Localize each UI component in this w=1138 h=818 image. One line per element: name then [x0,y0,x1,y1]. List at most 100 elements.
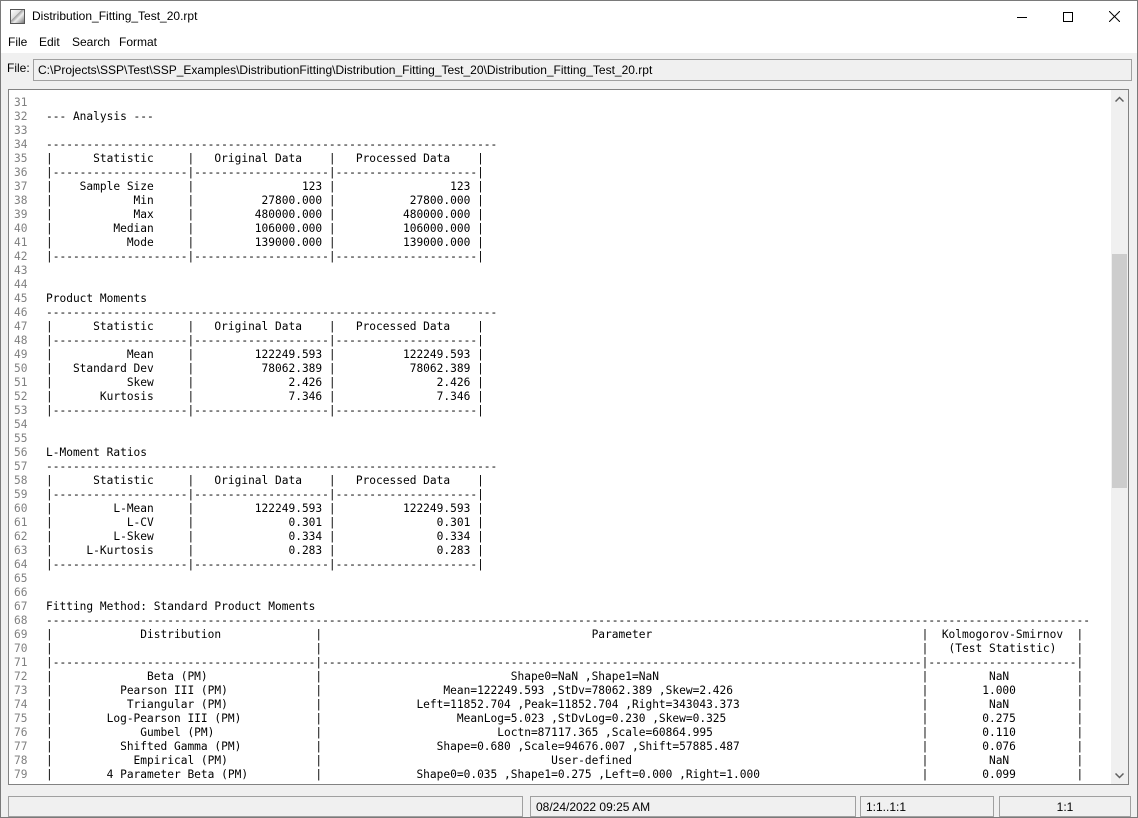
line-number: 37 [14,180,28,193]
report-line: | Triangular (PM) | Left=11852.704 ,Peak… [46,698,1084,711]
report-line: | Max | 480000.000 | 480000.000 | [46,208,484,221]
line-number: 49 [14,348,28,361]
report-line: | Statistic | Original Data | Processed … [46,474,484,487]
line-number: 53 [14,404,28,417]
file-path-field[interactable]: C:\Projects\SSP\Test\SSP_Examples\Distri… [33,59,1132,81]
report-line: | Sample Size | 123 | 123 | [46,180,484,193]
line-number: 78 [14,754,28,767]
status-cursor: 1:1 [999,796,1131,817]
status-selection: 1:1..1:1 [860,796,994,817]
report-line: | Empirical (PM) | User-defined | NaN | [46,754,1084,767]
document-icon [10,9,25,24]
close-icon [1108,11,1120,22]
report-line: | Statistic | Original Data | Processed … [46,152,484,165]
line-number: 67 [14,600,28,613]
menu-format[interactable]: Format [119,35,157,49]
menu-search[interactable]: Search [72,35,110,49]
report-line: | Mean | 122249.593 | 122249.593 | [46,348,484,361]
line-number: 66 [14,586,28,599]
report-line: ----------------------------------------… [46,138,498,151]
report-line: | L-Skew | 0.334 | 0.334 | [46,530,484,543]
line-number: 31 [14,96,28,109]
line-number: 59 [14,488,28,501]
line-number: 56 [14,446,28,459]
vertical-scrollbar[interactable] [1111,90,1128,784]
report-line: | Standard Dev | 78062.389 | 78062.389 | [46,362,484,375]
line-number: 38 [14,194,28,207]
report-line [46,264,1090,278]
status-message [8,796,523,817]
menu-edit[interactable]: Edit [39,35,60,49]
line-number: 39 [14,208,28,221]
report-line [46,278,1090,292]
line-number: 58 [14,474,28,487]
close-button[interactable] [1091,1,1137,32]
line-number: 74 [14,698,28,711]
report-line [46,586,1090,600]
scroll-down-button[interactable] [1111,767,1128,784]
line-number: 68 [14,614,28,627]
line-number: 35 [14,152,28,165]
line-number: 55 [14,432,28,445]
line-number: 42 [14,250,28,263]
line-number: 36 [14,166,28,179]
window-title: Distribution_Fitting_Test_20.rpt [32,9,198,23]
report-line: |--------------------|------------------… [46,558,484,571]
scrollbar-thumb[interactable] [1112,254,1127,488]
minimize-icon [1017,16,1027,18]
report-line: --- Analysis --- [46,110,154,123]
file-path-bar: File: C:\Projects\SSP\Test\SSP_Examples\… [1,53,1137,86]
line-number: 51 [14,376,28,389]
report-line [46,432,1090,446]
scroll-up-button[interactable] [1111,90,1128,107]
line-number: 64 [14,558,28,571]
line-number: 70 [14,642,28,655]
line-number: 41 [14,236,28,249]
menu-file[interactable]: File [8,35,27,49]
line-number: 76 [14,726,28,739]
report-line: |--------------------|------------------… [46,488,484,501]
line-number: 45 [14,292,28,305]
report-line: Product Moments [46,292,148,305]
report-line: ----------------------------------------… [46,306,498,319]
line-number: 48 [14,334,28,347]
report-content[interactable]: --- Analysis --- ------------------------… [46,96,1090,782]
report-line: | L-Kurtosis | 0.283 | 0.283 | [46,544,484,557]
line-number: 75 [14,712,28,725]
status-bar: 08/24/2022 09:25 AM 1:1..1:1 1:1 [1,793,1137,818]
report-line [46,572,1090,586]
report-line: | | | (Test Statistic) | [46,642,1084,655]
report-line: Fitting Method: Standard Product Moments [46,600,316,613]
line-number: 61 [14,516,28,529]
line-number: 34 [14,138,28,151]
report-line: | Distribution | Parameter | Kolmogorov-… [46,628,1084,641]
report-text-area[interactable]: 31 32 33 34 35 36 37 38 39 40 41 42 43 44 45 46 47 48 49 50… [8,89,1129,785]
line-number: 52 [14,390,28,403]
line-number: 63 [14,544,28,557]
line-number: 62 [14,530,28,543]
file-label: File: [7,61,30,75]
title-bar[interactable]: Distribution_Fitting_Test_20.rpt [1,1,1137,32]
report-line: | L-Mean | 122249.593 | 122249.593 | [46,502,484,515]
line-number: 72 [14,670,28,683]
status-datetime: 08/24/2022 09:25 AM [530,796,856,817]
report-line: | Log-Pearson III (PM) | MeanLog=5.023 ,… [46,712,1084,725]
report-line: | Median | 106000.000 | 106000.000 | [46,222,484,235]
line-number: 47 [14,320,28,333]
line-number: 57 [14,460,28,473]
report-line: | Statistic | Original Data | Processed … [46,320,484,333]
line-number: 46 [14,306,28,319]
report-line: | L-CV | 0.301 | 0.301 | [46,516,484,529]
report-line: |--------------------|------------------… [46,404,484,417]
report-window: Distribution_Fitting_Test_20.rpt File Ed… [0,0,1138,818]
report-line [46,418,1090,432]
report-line: |--------------------|------------------… [46,166,484,179]
line-number: 71 [14,656,28,669]
maximize-button[interactable] [1045,1,1091,32]
report-line: | Mode | 139000.000 | 139000.000 | [46,236,484,249]
line-number: 60 [14,502,28,515]
minimize-button[interactable] [999,1,1045,32]
report-line: | Min | 27800.000 | 27800.000 | [46,194,484,207]
report-line: |--------------------|------------------… [46,250,484,263]
line-number: 73 [14,684,28,697]
